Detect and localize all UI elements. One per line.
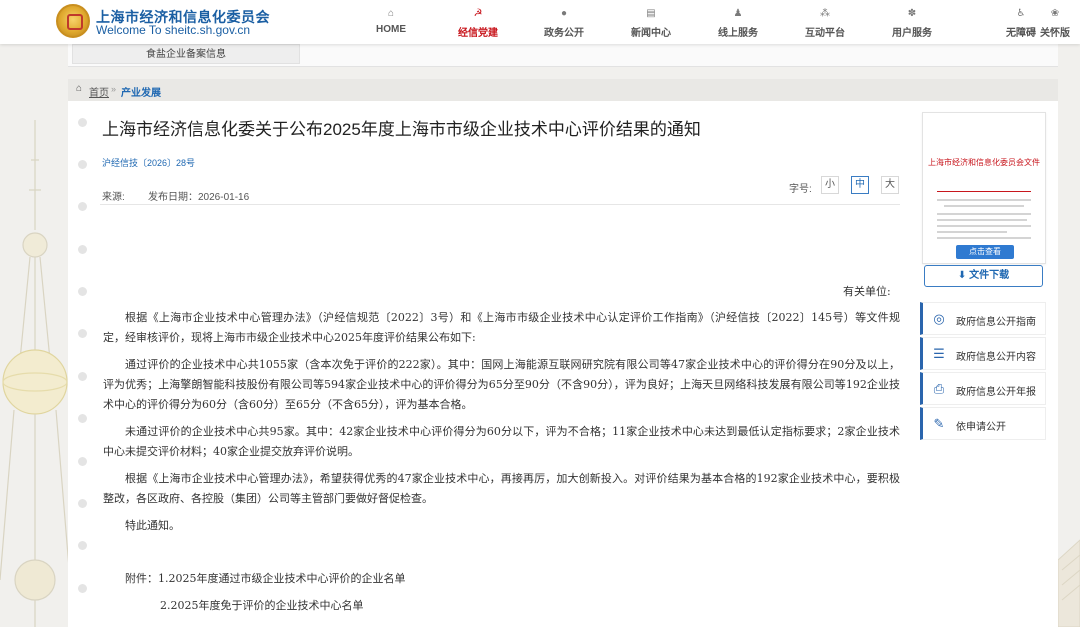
nav-online-service-label: 线上服务 <box>718 28 758 39</box>
decor-dot <box>78 245 87 254</box>
thumbnail-text-line <box>937 213 1031 215</box>
download-icon: ⬇ <box>957 270 970 281</box>
decor-dot <box>78 160 87 169</box>
document-number: 沪经信技〔2026〕28号 <box>102 158 196 168</box>
decor-dot <box>78 329 87 338</box>
sidebar-item-label: 政府信息公开指南 <box>956 317 1036 328</box>
nav-government-affairs-label: 政务公开 <box>544 28 584 39</box>
chat-icon: ● <box>560 8 568 19</box>
decor-dot <box>78 372 87 381</box>
sidebar-item-annual-report[interactable]: ⎙ 政府信息公开年报 <box>920 372 1046 405</box>
font-medium-button[interactable]: 中 <box>851 176 869 194</box>
sidebar-item-apply-disclosure[interactable]: ✎ 依申请公开 <box>920 407 1046 440</box>
care-icon: ❀ <box>1050 8 1060 19</box>
font-size-label: 字号: <box>789 184 812 195</box>
decor-dot <box>78 499 87 508</box>
nav-user-service-label: 用户服务 <box>892 28 932 39</box>
nav-home-label: HOME <box>376 24 406 35</box>
decor-dot <box>78 414 87 423</box>
source-label: 来源: <box>102 192 125 203</box>
nav-news-center-label: 新闻中心 <box>631 28 671 39</box>
nav-online-service[interactable]: ♟ 线上服务 <box>703 8 773 39</box>
form-icon: ✎ <box>933 416 945 431</box>
decor-dot <box>78 287 87 296</box>
nav-home[interactable]: ⌂ HOME <box>356 8 426 38</box>
party-emblem-icon: ☭ <box>473 8 483 19</box>
body-paragraph: 特此通知。 <box>125 519 180 532</box>
skyline-decoration <box>1058 539 1080 627</box>
decor-dot <box>78 541 87 550</box>
meta-divider <box>100 204 900 205</box>
interaction-icon: ⁂ <box>820 8 830 19</box>
breadcrumb: ⌂ 首页 » 产业发展 <box>68 79 1058 101</box>
site-header: 上海市经济和信息化委员会 Welcome To sheitc.sh.gov.cn… <box>0 0 1080 44</box>
thumbnail-text-line <box>937 219 1027 221</box>
file-download-label: 文件下载 <box>969 270 1010 281</box>
attachment-item[interactable]: 附件：1.2025年度通过市级企业技术中心评价的企业名单 <box>125 570 406 586</box>
publish-date: 发布日期：2026-01-16 <box>148 192 250 203</box>
list-icon: ☰ <box>933 346 945 361</box>
thumbnail-text-line <box>937 225 1031 227</box>
news-icon: ▤ <box>646 8 656 19</box>
nav-interaction-platform-label: 互动平台 <box>805 28 845 39</box>
body-paragraph: 根据《上海市企业技术中心管理办法》（沪经信规范〔2022〕3号）和《上海市市级企… <box>103 311 900 344</box>
thumbnail-red-rule <box>937 191 1031 192</box>
decor-dot <box>78 457 87 466</box>
font-small-button[interactable]: 小 <box>821 176 839 194</box>
sidebar-item-label: 依申请公开 <box>956 422 1006 433</box>
decor-dot <box>78 118 87 127</box>
site-subtitle: Welcome To sheitc.sh.gov.cn <box>96 23 251 37</box>
article-title: 上海市经济信息化委关于公布2025年度上海市市级企业技术中心评价结果的通知 <box>102 120 701 139</box>
sidebar-item-label: 政府信息公开内容 <box>956 352 1036 363</box>
view-document-button[interactable]: 点击查看 <box>956 245 1014 259</box>
addressee: 有关单位: <box>843 285 891 298</box>
oriental-pearl-tower-decoration <box>0 120 70 627</box>
sidebar-item-label: 政府信息公开年报 <box>956 387 1036 398</box>
printer-icon: ⎙ <box>933 381 945 396</box>
body-paragraph: 根据《上海市企业技术中心管理办法》，希望获得优秀的47家企业技术中心，再接再厉，… <box>103 472 900 505</box>
font-large-button[interactable]: 大 <box>881 176 899 194</box>
nav-party-building[interactable]: ☭ 经信党建 <box>443 8 513 39</box>
thumbnail-text-line <box>937 199 1031 201</box>
user-service-icon: ♟ <box>733 8 743 19</box>
nav-news-center[interactable]: ▤ 新闻中心 <box>616 8 686 39</box>
thumbnail-header: 上海市经济和信息化委员会文件 <box>928 158 1040 167</box>
compass-icon: ◎ <box>933 311 945 326</box>
nav-user-service[interactable]: ✽ 用户服务 <box>877 8 947 39</box>
nav-party-building-label: 经信党建 <box>458 28 498 39</box>
home-icon: ⌂ <box>387 8 395 19</box>
care-mode-label: 关怀版 <box>1040 28 1070 39</box>
user-icon: ✽ <box>907 8 917 19</box>
body-paragraph: 未通过评价的企业技术中心共95家。其中：42家企业技术中心评价得分为60分以下，… <box>103 425 900 458</box>
body-paragraph: 通过评价的企业技术中心共1055家（含本次免于评价的222家）。其中：国网上海能… <box>103 358 900 411</box>
decor-dot <box>78 584 87 593</box>
home-icon[interactable]: ⌂ <box>76 83 82 94</box>
sidebar-item-disclosure-guide[interactable]: ◎ 政府信息公开指南 <box>920 302 1046 335</box>
attachment-item[interactable]: 2.2025年度免于评价的企业技术中心名单 <box>160 597 364 613</box>
salt-enterprise-filing-tab[interactable]: 食盐企业备案信息 <box>72 44 300 64</box>
site-logo[interactable] <box>56 4 90 38</box>
sub-navigation-strip: 食盐企业备案信息 <box>68 44 1058 67</box>
accessibility-label: 无障碍 <box>1006 28 1036 39</box>
nav-interaction-platform[interactable]: ⁂ 互动平台 <box>790 8 860 39</box>
breadcrumb-separator: » <box>111 84 117 94</box>
nav-government-affairs[interactable]: ● 政务公开 <box>529 8 599 39</box>
accessibility-icon: ♿ <box>1016 8 1026 19</box>
document-thumbnail[interactable]: 上海市经济和信息化委员会文件 点击查看 <box>922 112 1046 264</box>
thumbnail-text-line <box>937 231 1007 233</box>
thumbnail-text-line <box>937 237 1031 239</box>
sidebar-item-disclosure-content[interactable]: ☰ 政府信息公开内容 <box>920 337 1046 370</box>
file-download-button[interactable]: ⬇ 文件下载 <box>924 265 1043 287</box>
accessibility-button[interactable]: ♿ 无障碍 <box>1006 8 1036 39</box>
breadcrumb-current[interactable]: 产业发展 <box>121 84 161 99</box>
care-mode-button[interactable]: ❀ 关怀版 <box>1040 8 1070 39</box>
decor-dot <box>78 202 87 211</box>
breadcrumb-home-link[interactable]: 首页 <box>89 84 109 99</box>
thumbnail-text-line <box>944 205 1024 207</box>
